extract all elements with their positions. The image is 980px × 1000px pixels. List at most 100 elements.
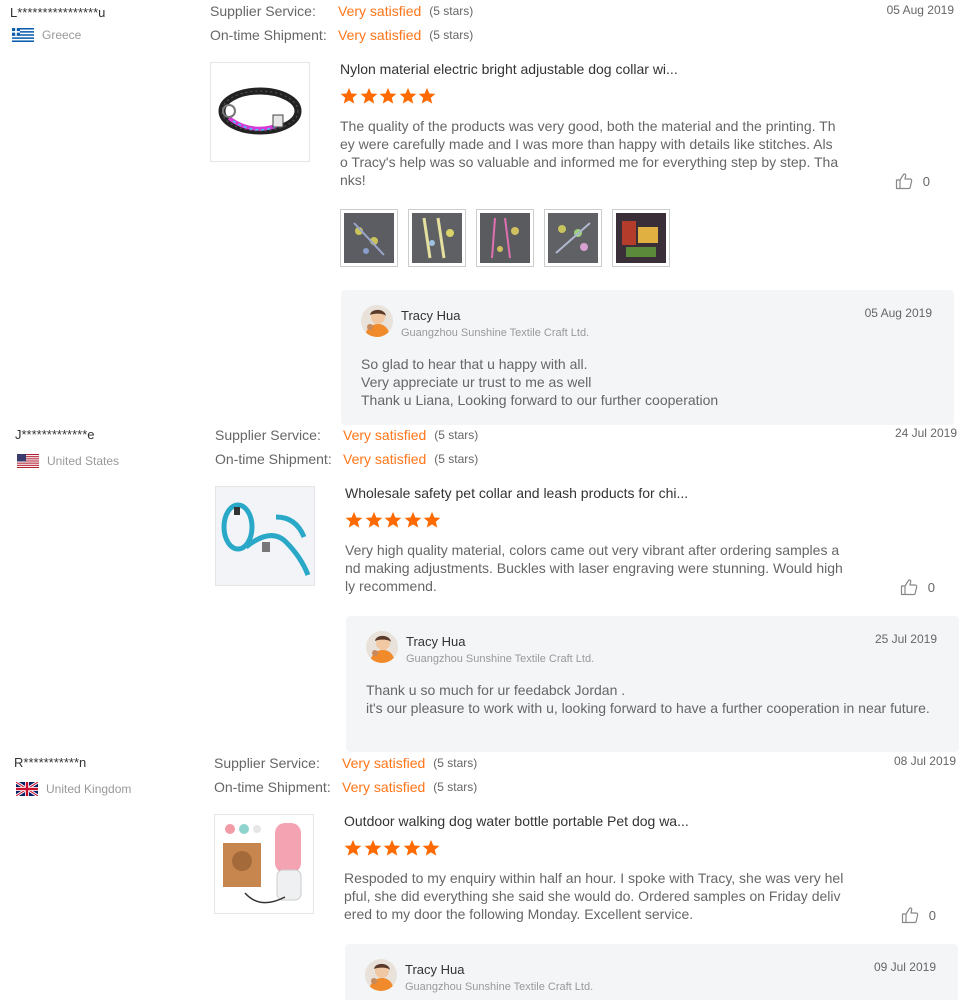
reply-line: So glad to hear that u happy with all. bbox=[361, 356, 588, 372]
product-thumbnail[interactable] bbox=[215, 486, 315, 586]
usa-flag-icon bbox=[17, 454, 39, 468]
reply-line: it's our pleasure to work with u, lookin… bbox=[366, 700, 930, 716]
review-photo[interactable] bbox=[476, 209, 534, 267]
avatar bbox=[361, 305, 393, 337]
review-photos bbox=[340, 209, 680, 267]
rating-label: On-time Shipment: bbox=[210, 27, 327, 43]
reply-author-name: Tracy Hua bbox=[401, 308, 461, 323]
rating-value: Very satisfied bbox=[338, 27, 422, 43]
reply-line: Very appreciate ur trust to me as well bbox=[361, 374, 592, 390]
star-icon bbox=[365, 511, 383, 529]
star-icon bbox=[418, 87, 436, 105]
ontime-shipment-rating: On-time Shipment: Very satisfied (5 star… bbox=[214, 779, 477, 795]
ontime-shipment-rating: On-time Shipment: Very satisfied (5 star… bbox=[215, 451, 478, 467]
like-button[interactable]: 0 bbox=[901, 906, 936, 924]
star-icon bbox=[423, 511, 441, 529]
supplier-reply: Tracy Hua Guangzhou Sunshine Textile Cra… bbox=[341, 290, 954, 425]
review-photo[interactable] bbox=[408, 209, 466, 267]
like-count: 0 bbox=[928, 907, 936, 923]
review-card: J*************e United States Supplier S… bbox=[5, 424, 980, 754]
star-icon bbox=[340, 87, 358, 105]
review-text: Very high quality material, colors came … bbox=[345, 542, 843, 594]
reply-line: Thank u so much for ur feedabck Jordan . bbox=[366, 682, 626, 698]
star-icon bbox=[399, 87, 417, 105]
buyer-name: J*************e bbox=[15, 427, 95, 442]
rating-value: Very satisfied bbox=[343, 451, 427, 467]
review-date: 24 Jul 2019 bbox=[894, 426, 957, 440]
review-card: L****************u Greece Supplier Servi… bbox=[0, 0, 980, 425]
rating-label: On-time Shipment: bbox=[214, 779, 331, 795]
greece-flag-icon bbox=[12, 28, 34, 42]
review-text: Respoded to my enquiry within half an ho… bbox=[344, 870, 844, 922]
product-title-link[interactable]: Wholesale safety pet collar and leash pr… bbox=[345, 485, 688, 501]
rating-stars-text: (5 stars) bbox=[433, 780, 478, 794]
star-icon bbox=[344, 839, 362, 857]
star-icon bbox=[383, 839, 401, 857]
supplier-service-rating: Supplier Service: Very satisfied (5 star… bbox=[215, 427, 478, 443]
thumbs-up-icon bbox=[900, 578, 918, 596]
product-thumbnail[interactable] bbox=[214, 814, 314, 914]
buyer-name: L****************u bbox=[10, 5, 106, 20]
rating-stars-text: (5 stars) bbox=[434, 428, 479, 442]
product-title-link[interactable]: Nylon material electric bright adjustabl… bbox=[340, 61, 678, 77]
reply-date: 05 Aug 2019 bbox=[864, 306, 932, 320]
reply-text: Thank u so much for ur feedabck Jordan .… bbox=[366, 681, 936, 717]
supplier-reply: Tracy Hua Guangzhou Sunshine Textile Cra… bbox=[345, 944, 958, 1000]
avatar bbox=[366, 631, 398, 663]
review-photo[interactable] bbox=[612, 209, 670, 267]
reply-text: So glad to hear that u happy with all. V… bbox=[361, 355, 931, 409]
like-button[interactable]: 0 bbox=[900, 578, 935, 596]
reply-date: 25 Jul 2019 bbox=[874, 632, 937, 646]
star-icon bbox=[422, 839, 440, 857]
rating-label: Supplier Service: bbox=[214, 755, 320, 771]
country-name: Greece bbox=[42, 28, 82, 42]
uk-flag-icon bbox=[15, 780, 39, 798]
review-date: 05 Aug 2019 bbox=[886, 3, 954, 17]
review-card: R***********n United Kingdom Supplier Se… bbox=[4, 752, 980, 1000]
like-button[interactable]: 0 bbox=[895, 172, 930, 190]
rating-stars-text: (5 stars) bbox=[433, 756, 478, 770]
buyer-country: United Kingdom bbox=[15, 780, 132, 798]
star-icon bbox=[403, 839, 421, 857]
like-count: 0 bbox=[922, 173, 930, 189]
reply-author-name: Tracy Hua bbox=[406, 634, 466, 649]
rating-value: Very satisfied bbox=[342, 779, 426, 795]
star-icon bbox=[360, 87, 378, 105]
rating-label: On-time Shipment: bbox=[215, 451, 332, 467]
thumbs-up-icon bbox=[901, 906, 919, 924]
product-star-rating bbox=[340, 87, 438, 105]
reply-line: Thank u Liana, Looking forward to our fu… bbox=[361, 392, 719, 408]
rating-value: Very satisfied bbox=[343, 427, 427, 443]
review-photo[interactable] bbox=[544, 209, 602, 267]
avatar bbox=[365, 959, 397, 991]
country-name: United States bbox=[47, 454, 120, 468]
rating-stars-text: (5 stars) bbox=[429, 28, 474, 42]
country-name: United Kingdom bbox=[46, 782, 132, 796]
star-icon bbox=[379, 87, 397, 105]
rating-stars-text: (5 stars) bbox=[429, 4, 474, 18]
product-star-rating bbox=[345, 511, 443, 529]
rating-stars-text: (5 stars) bbox=[434, 452, 479, 466]
buyer-country: United States bbox=[17, 454, 119, 468]
product-thumbnail[interactable] bbox=[210, 62, 310, 162]
star-icon bbox=[384, 511, 402, 529]
rating-value: Very satisfied bbox=[342, 755, 426, 771]
rating-label: Supplier Service: bbox=[215, 427, 321, 443]
reply-author-name: Tracy Hua bbox=[405, 962, 465, 977]
star-icon bbox=[364, 839, 382, 857]
supplier-service-rating: Supplier Service: Very satisfied (5 star… bbox=[214, 755, 477, 771]
buyer-country: Greece bbox=[12, 28, 81, 42]
ontime-shipment-rating: On-time Shipment: Very satisfied (5 star… bbox=[210, 27, 473, 43]
like-count: 0 bbox=[927, 579, 935, 595]
star-icon bbox=[345, 511, 363, 529]
review-date: 08 Jul 2019 bbox=[893, 754, 956, 768]
buyer-name: R***********n bbox=[14, 755, 87, 770]
review-text: The quality of the products was very goo… bbox=[340, 118, 839, 188]
rating-value: Very satisfied bbox=[338, 3, 422, 19]
review-photo[interactable] bbox=[340, 209, 398, 267]
reply-date: 09 Jul 2019 bbox=[873, 960, 936, 974]
star-icon bbox=[404, 511, 422, 529]
product-title-link[interactable]: Outdoor walking dog water bottle portabl… bbox=[344, 813, 689, 829]
supplier-service-rating: Supplier Service: Very satisfied (5 star… bbox=[210, 3, 473, 19]
reply-company: Guangzhou Sunshine Textile Craft Ltd. bbox=[401, 327, 590, 339]
